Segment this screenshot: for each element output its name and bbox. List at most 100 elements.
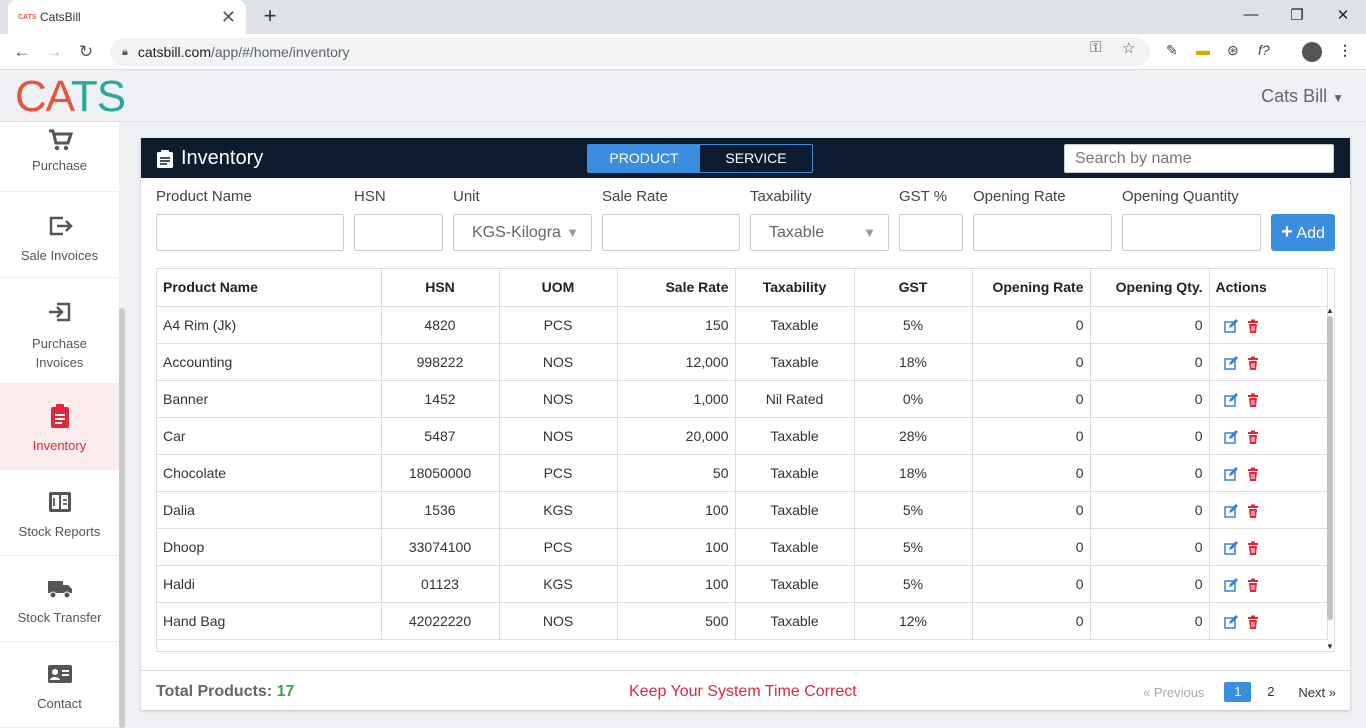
extension-pen-icon[interactable]: ✎ [1166, 42, 1178, 59]
sidebar-item-purchase-invoices[interactable]: Purchase Invoices [0, 278, 119, 384]
table-cell: Dhoop [157, 528, 382, 566]
table-cell: 1452 [381, 380, 500, 418]
page-2-button[interactable]: 2 [1257, 682, 1284, 702]
edit-icon[interactable] [1223, 318, 1238, 333]
table-row[interactable]: Car 5487 NOS 20,000 Taxable 28% 0 0 [157, 417, 1328, 455]
add-button[interactable]: + Add [1271, 214, 1335, 251]
table-row[interactable]: Dhoop 33074100 PCS 100 Taxable 5% 0 0 [157, 528, 1328, 566]
delete-icon[interactable] [1246, 319, 1260, 333]
delete-icon[interactable] [1246, 504, 1260, 518]
edit-icon[interactable] [1223, 355, 1238, 370]
search-input[interactable] [1064, 144, 1334, 173]
sidebar-item-label: Inventory [32, 438, 87, 453]
table-row[interactable]: Banner 1452 NOS 1,000 Nil Rated 0% 0 0 [157, 380, 1328, 418]
scroll-up-icon[interactable]: ▲ [1326, 306, 1334, 315]
browser-menu-icon[interactable]: ⋮ [1338, 42, 1352, 59]
table-cell: KGS [499, 565, 618, 603]
edit-icon[interactable] [1223, 614, 1238, 629]
sidebar-item-sale-invoices[interactable]: Sale Invoices [0, 192, 119, 278]
lock-icon: 🔒︎ [122, 45, 128, 58]
delete-icon[interactable] [1246, 578, 1260, 592]
forward-icon[interactable]: → [42, 41, 66, 63]
address-bar[interactable]: 🔒︎ catsbill.com/app/#/home/inventory [110, 38, 1150, 66]
column-header[interactable]: Opening Qty. [1090, 269, 1210, 307]
sidebar-item-stock-reports[interactable]: Stock Reports [0, 470, 119, 556]
table-cell: A4 Rim (Jk) [157, 306, 382, 344]
sale-rate-field[interactable] [602, 214, 740, 251]
close-tab-icon[interactable]: ✕ [221, 8, 236, 26]
table-row[interactable]: Chocolate 18050000 PCS 50 Taxable 18% 0 0 [157, 454, 1328, 492]
bookmark-star-icon[interactable]: ☆ [1122, 39, 1135, 57]
sidebar-item-contact[interactable]: Contact [0, 642, 119, 728]
table-row[interactable]: Hand Bag 42022220 NOS 500 Taxable 12% 0 0 [157, 602, 1328, 640]
sidebar-item-purchase[interactable]: Purchase [0, 122, 119, 192]
table-cell: 5% [854, 491, 973, 529]
product-tab[interactable]: PRODUCT [588, 145, 700, 172]
gst-field[interactable] [899, 214, 963, 251]
column-header[interactable]: Opening Rate [972, 269, 1091, 307]
column-header[interactable]: GST [854, 269, 973, 307]
sidebar-item-stock-transfer[interactable]: Stock Transfer [0, 556, 119, 642]
previous-page-button[interactable]: « Previous [1143, 685, 1204, 700]
new-tab-icon[interactable]: + [258, 4, 282, 28]
minimize-icon[interactable]: — [1236, 6, 1266, 23]
table-cell: Haldi [157, 565, 382, 603]
table-cell: Hand Bag [157, 602, 382, 640]
opening-rate-field[interactable] [973, 214, 1112, 251]
edit-icon[interactable] [1223, 540, 1238, 555]
user-menu[interactable]: Cats Bill ▼ [1261, 86, 1344, 107]
delete-icon[interactable] [1246, 541, 1260, 555]
edit-icon[interactable] [1223, 577, 1238, 592]
table-row[interactable]: A4 Rim (Jk) 4820 PCS 150 Taxable 5% 0 0 [157, 306, 1328, 344]
table-cell: 0 [972, 343, 1091, 381]
opening-quantity-field[interactable] [1122, 214, 1261, 251]
edit-icon[interactable] [1223, 392, 1238, 407]
delete-icon[interactable] [1246, 467, 1260, 481]
edit-icon[interactable] [1223, 429, 1238, 444]
delete-icon[interactable] [1246, 430, 1260, 444]
column-header[interactable]: Product Name [157, 269, 382, 307]
edit-icon[interactable] [1223, 503, 1238, 518]
page-1-button[interactable]: 1 [1224, 682, 1252, 702]
delete-icon[interactable] [1246, 393, 1260, 407]
table-row[interactable]: Dalia 1536 KGS 100 Taxable 5% 0 0 [157, 491, 1328, 529]
column-header[interactable]: Sale Rate [617, 269, 736, 307]
cats-logo[interactable]: CATS [15, 75, 126, 119]
table-header-row: Product Name HSN UOM Sale Rate Taxabilit… [157, 269, 1328, 307]
back-icon[interactable]: ← [10, 41, 34, 63]
next-page-button[interactable]: Next » [1298, 685, 1336, 700]
table-row[interactable]: Haldi 01123 KGS 100 Taxable 5% 0 0 [157, 565, 1328, 603]
table-cell: Car [157, 417, 382, 455]
scroll-down-icon[interactable]: ▼ [1326, 642, 1334, 651]
sidebar-scrollbar-thumb[interactable] [119, 308, 125, 728]
column-header[interactable]: UOM [499, 269, 618, 307]
restore-icon[interactable]: ❐ [1282, 6, 1312, 24]
delete-icon[interactable] [1246, 615, 1260, 629]
column-header[interactable]: Taxability [735, 269, 855, 307]
taxability-select[interactable]: Taxable ▼ [750, 214, 889, 251]
unit-label: Unit [453, 188, 480, 205]
delete-icon[interactable] [1246, 356, 1260, 370]
profile-avatar[interactable] [1302, 42, 1322, 62]
table-cell: 0 [1090, 454, 1210, 492]
sidebar-item-inventory[interactable]: Inventory [0, 384, 119, 470]
table-scrollbar-thumb[interactable] [1327, 316, 1333, 620]
product-name-field[interactable] [156, 214, 344, 251]
extension-fx-icon[interactable]: f? [1258, 42, 1270, 58]
hsn-label: HSN [354, 188, 386, 205]
service-tab[interactable]: SERVICE [700, 145, 812, 172]
column-header[interactable]: HSN [381, 269, 500, 307]
table-cell: Chocolate [157, 454, 382, 492]
browser-tab[interactable]: CATS CatsBill ✕ [8, 0, 246, 34]
key-icon[interactable]: ⚿ [1090, 39, 1101, 56]
extension-note-icon[interactable]: ▬ [1196, 42, 1210, 58]
edit-icon[interactable] [1223, 466, 1238, 481]
reload-icon[interactable]: ↻ [74, 41, 98, 63]
table-row[interactable]: Accounting 998222 NOS 12,000 Taxable 18% 0 0 [157, 343, 1328, 381]
table-cell: Taxable [735, 343, 855, 381]
taxability-selected-value: Taxable [769, 224, 825, 241]
extension-spiral-icon[interactable]: ⊛ [1227, 42, 1239, 59]
unit-select[interactable]: KGS-Kilogra ▼ [453, 214, 592, 251]
hsn-field[interactable] [354, 214, 443, 251]
window-close-icon[interactable]: ✕ [1328, 6, 1358, 24]
